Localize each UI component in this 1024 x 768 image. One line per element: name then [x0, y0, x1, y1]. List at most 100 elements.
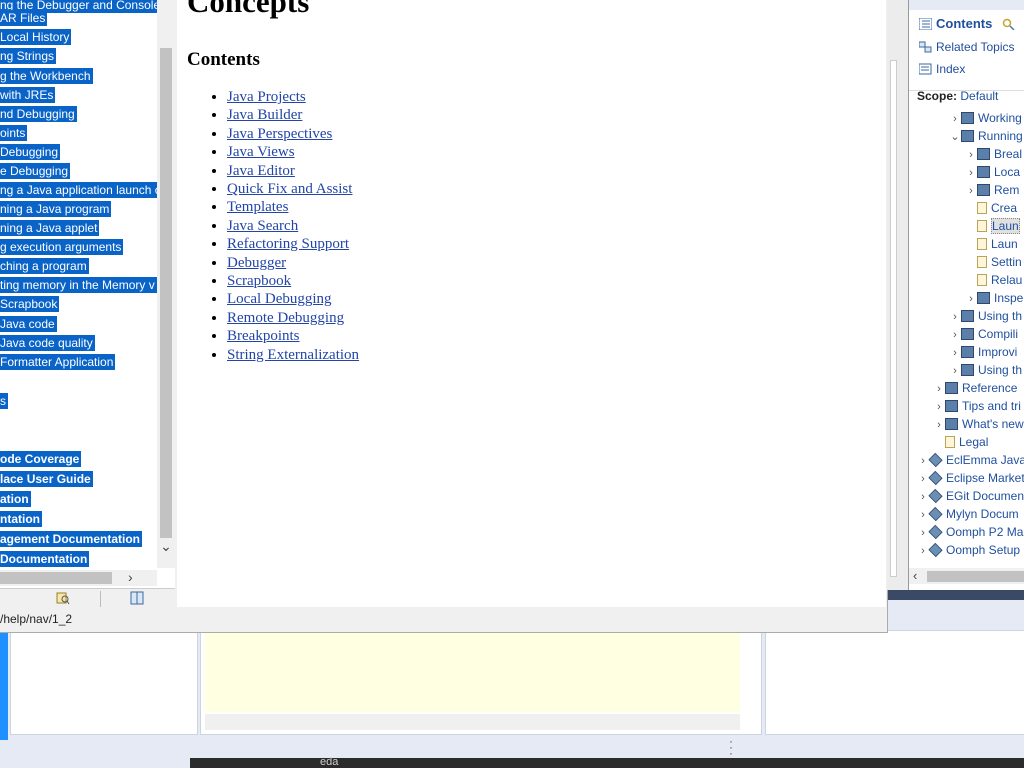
tree-node-label[interactable]: Relau	[991, 273, 1022, 287]
editor-horizontal-scrollbar[interactable]	[205, 714, 740, 730]
topic-link[interactable]: Java Editor	[227, 163, 295, 179]
tab-contents[interactable]: Contents	[919, 16, 1019, 32]
toc-item[interactable]: ting memory in the Memory v	[0, 277, 157, 293]
tree-node[interactable]: › Loca	[965, 164, 1020, 181]
chevron-right-icon[interactable]: ›	[949, 309, 961, 325]
tree-node[interactable]: › Using th	[949, 308, 1022, 325]
tree-node[interactable]: › Rem	[965, 182, 1019, 199]
taskbar-item[interactable]: eda	[320, 756, 338, 768]
toc-item[interactable]: Local History	[0, 29, 72, 45]
toc-item[interactable]: ching a program	[0, 258, 89, 274]
toc-item[interactable]: Formatter Application	[0, 354, 116, 370]
related-topics-label[interactable]: Related Topics	[936, 40, 1015, 54]
chevron-right-icon[interactable]: ›	[917, 543, 929, 559]
tree-node-label[interactable]: Mylyn Docum	[946, 507, 1019, 521]
tree-node-label[interactable]: Laun	[991, 218, 1020, 234]
toc-item[interactable]: ng a Java application launch co	[0, 182, 170, 198]
topic-link[interactable]: Remote Debugging	[227, 310, 344, 326]
toc-item[interactable]: ng Strings	[0, 48, 57, 64]
tree-node[interactable]: › EGit Documen	[917, 488, 1024, 505]
toc-item[interactable]: g the Workbench	[0, 68, 93, 84]
tree-node-label[interactable]: Improvi	[978, 345, 1017, 359]
tree-node-label[interactable]: Tips and tri	[962, 399, 1021, 413]
tree-node[interactable]: › Compili	[949, 326, 1018, 343]
toc-item[interactable]: g execution arguments	[0, 239, 124, 255]
chevron-right-icon[interactable]: ›	[917, 525, 929, 541]
tree-node-label[interactable]: EGit Documen	[946, 489, 1024, 503]
topic-link[interactable]: Java Views	[227, 144, 295, 160]
tree-node-label[interactable]: Compili	[978, 327, 1018, 341]
tree-node-label[interactable]: Laun	[991, 237, 1018, 251]
topic-link[interactable]: Java Search	[227, 218, 298, 234]
tree-node-label[interactable]: Rem	[994, 183, 1019, 197]
toc-vertical-scroll-thumb[interactable]	[160, 48, 172, 538]
tree-node-label[interactable]: Eclipse Market	[946, 471, 1024, 485]
toc-item[interactable]: with JREs	[0, 87, 56, 103]
topic-link[interactable]: Scrapbook	[227, 273, 291, 289]
tree-node[interactable]: › EclEmma Java	[917, 452, 1024, 469]
tree-node[interactable]: › Improvi	[949, 344, 1017, 361]
toc-item[interactable]: Documentation	[0, 551, 90, 567]
tab-index[interactable]: Index	[919, 61, 965, 77]
search-icon[interactable]	[1002, 18, 1015, 30]
bookmarks-icon[interactable]	[130, 591, 144, 605]
tree-node[interactable]: › Using th	[949, 362, 1022, 379]
chevron-right-icon[interactable]: ›	[949, 363, 961, 379]
drag-handle-icon[interactable]: · · ·	[729, 735, 733, 759]
tree-node-label[interactable]: Oomph P2 Ma	[946, 525, 1023, 539]
tree-node[interactable]: Crea	[965, 200, 1017, 216]
chevron-right-icon[interactable]: ›	[933, 381, 945, 397]
topic-link[interactable]: String Externalization	[227, 347, 359, 363]
toc-item[interactable]: Scrapbook	[0, 296, 60, 312]
toc-item[interactable]: Java code quality	[0, 335, 95, 351]
chevron-right-icon[interactable]: ›	[949, 111, 961, 127]
tree-node[interactable]: › Working	[949, 110, 1022, 127]
tree-node[interactable]: › What's new	[933, 416, 1024, 433]
toc-item[interactable]: Debugging	[0, 144, 61, 160]
topic-link[interactable]: Refactoring Support	[227, 236, 349, 252]
chevron-right-icon[interactable]: ›	[933, 417, 945, 433]
chevron-right-icon[interactable]: ›	[949, 327, 961, 343]
toc-item[interactable]: e Debugging	[0, 163, 71, 179]
topic-link[interactable]: Java Projects	[227, 89, 306, 105]
tree-node-label[interactable]: Using th	[978, 363, 1022, 377]
tree-node[interactable]: › Oomph Setup	[917, 542, 1020, 559]
tree-node[interactable]: Laun	[965, 218, 1020, 234]
toc-item[interactable]: nd Debugging	[0, 106, 77, 122]
chevron-right-icon[interactable]: ›	[917, 489, 929, 505]
toc-item[interactable]: s	[0, 393, 8, 409]
scope-link[interactable]: Default	[960, 89, 998, 103]
tree-node[interactable]: ⌄ Running	[949, 128, 1023, 145]
topic-link[interactable]: Local Debugging	[227, 291, 332, 307]
contents-label[interactable]: Contents	[936, 16, 992, 31]
toc-item[interactable]: ation	[0, 491, 31, 507]
tree-node[interactable]: Laun	[965, 236, 1018, 252]
chevron-down-icon[interactable]: ⌄	[949, 129, 961, 145]
tree-node-label[interactable]: Running	[978, 129, 1023, 143]
tree-node-label[interactable]: Crea	[991, 201, 1017, 215]
chevron-right-icon[interactable]: ›	[917, 507, 929, 523]
toc-item[interactable]: agement Documentation	[0, 531, 143, 547]
index-label[interactable]: Index	[936, 62, 965, 76]
tree-node[interactable]: Relau	[965, 272, 1022, 288]
tree-node[interactable]: › Tips and tri	[933, 398, 1021, 415]
tree-node[interactable]: Settin	[965, 254, 1022, 270]
toc-item[interactable]: AR Files	[0, 10, 48, 26]
tree-node[interactable]: › Eclipse Market	[917, 470, 1024, 487]
tree-node-label[interactable]: Oomph Setup	[946, 543, 1020, 557]
tree-node-label[interactable]: Breal	[994, 147, 1022, 161]
toc-item[interactable]: ntation	[0, 511, 42, 527]
tab-related-topics[interactable]: Related Topics	[919, 39, 1015, 55]
chevron-right-icon[interactable]: ›	[917, 453, 929, 469]
toc-item[interactable]: ning a Java program	[0, 201, 112, 217]
toc-item[interactable]: ning a Java applet	[0, 220, 100, 236]
toc-item[interactable]: lace User Guide	[0, 471, 93, 487]
toc-item[interactable]: Java code	[0, 316, 57, 332]
tree-node-label[interactable]: What's new	[962, 417, 1024, 431]
chevron-right-icon[interactable]: ›	[917, 471, 929, 487]
tree-node-label[interactable]: Legal	[959, 435, 988, 449]
tree-node[interactable]: › Mylyn Docum	[917, 506, 1019, 523]
topic-link[interactable]: Breakpoints	[227, 328, 300, 344]
tree-node[interactable]: › Oomph P2 Ma	[917, 524, 1023, 541]
tree-node[interactable]: › Inspe	[965, 290, 1023, 307]
